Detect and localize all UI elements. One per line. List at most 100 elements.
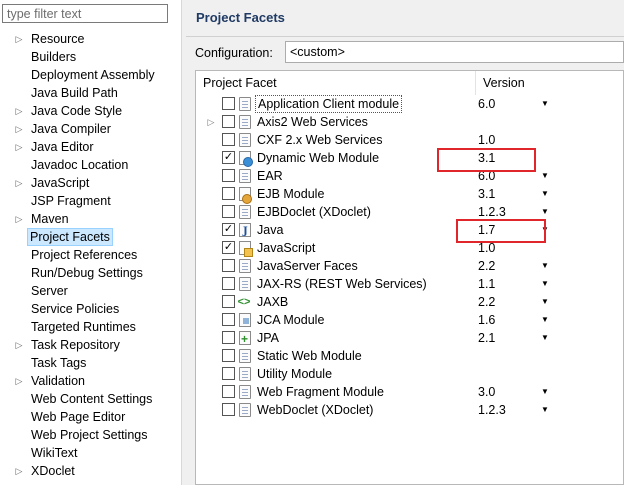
version-dropdown-icon[interactable]: ▼ [541,185,549,203]
column-header-facet[interactable]: Project Facet [196,71,476,95]
expand-arrow-icon[interactable]: ▷ [13,372,25,390]
nav-item-java-code-style[interactable]: ▷ Java Code Style [0,102,180,120]
nav-item-web-page-editor[interactable]: Web Page Editor [0,408,180,426]
facet-version[interactable]: 2.2 [478,293,548,311]
facet-checkbox[interactable]: ✓ [222,241,235,254]
facet-row[interactable]: ▷ Axis2 Web Services [196,113,624,131]
version-dropdown-icon[interactable]: ▼ [541,95,549,113]
nav-item-web-content-settings[interactable]: Web Content Settings [0,390,180,408]
facet-checkbox[interactable] [222,259,235,272]
facet-checkbox[interactable]: ✓ [222,151,235,164]
facet-row[interactable]: ✓ JavaScript 1.0 [196,239,624,257]
facet-row[interactable]: Static Web Module [196,347,624,365]
nav-item-jsp-fragment[interactable]: JSP Fragment [0,192,180,210]
facet-row[interactable]: Utility Module [196,365,624,383]
expand-arrow-icon[interactable]: ▷ [13,336,25,354]
facet-checkbox[interactable] [222,205,235,218]
version-dropdown-icon[interactable]: ▼ [541,383,549,401]
facet-row[interactable]: Application Client module 6.0 ▼ [196,95,624,113]
facet-row[interactable]: ✓Java1.7▼ [196,221,624,241]
nav-item-label: Web Content Settings [31,392,153,406]
facet-version[interactable]: 3.1 [478,185,548,203]
nav-item-web-project-settings[interactable]: Web Project Settings [0,426,180,444]
nav-item-run-debug-settings[interactable]: Run/Debug Settings [0,264,180,282]
nav-item-label: Java Compiler [31,122,111,136]
facet-version[interactable]: 1.2.3 [478,401,548,419]
facet-checkbox[interactable] [222,313,235,326]
configuration-select[interactable]: <custom> [285,41,624,63]
facet-checkbox[interactable] [222,403,235,416]
nav-item-java-build-path[interactable]: Java Build Path [0,84,180,102]
facet-version[interactable]: 2.1 [478,329,548,347]
facet-checkbox[interactable] [222,133,235,146]
facet-row[interactable]: CXF 2.x Web Services 1.0 [196,131,624,149]
nav-item-resource[interactable]: ▷ Resource [0,30,180,48]
facet-checkbox[interactable]: ✓ [222,223,235,236]
facet-checkbox[interactable] [222,187,235,200]
facet-checkbox[interactable] [222,385,235,398]
nav-tree: ▷ Resource Builders Deployment Assembly Java… [0,30,180,480]
facet-row[interactable]: EJBDoclet (XDoclet) 1.2.3 ▼ [196,203,624,221]
version-dropdown-icon[interactable]: ▼ [541,257,549,275]
facet-version[interactable]: 2.2 [478,257,548,275]
version-dropdown-icon[interactable]: ▼ [541,275,549,293]
facet-row[interactable]: EAR 6.0 ▼ [196,167,624,185]
nav-item-label: Java Editor [31,140,94,154]
facet-row[interactable]: JavaServer Faces 2.2 ▼ [196,257,624,275]
nav-item-java-compiler[interactable]: ▷ Java Compiler [0,120,180,138]
expand-arrow-icon[interactable]: ▷ [13,102,25,120]
facet-checkbox[interactable] [222,97,235,110]
nav-item-label: Web Project Settings [31,428,148,442]
facet-row[interactable]: EJB Module 3.1 ▼ [196,185,624,204]
expand-arrow-icon[interactable]: ▷ [206,113,216,131]
facet-row[interactable]: JAXB 2.2▼ [196,293,624,311]
facet-version[interactable]: 3.0 [478,383,548,401]
nav-item-maven[interactable]: ▷ Maven [0,210,180,228]
facet-checkbox[interactable] [222,115,235,128]
facet-name: JCA Module [257,313,325,327]
facet-version[interactable]: 6.0 [478,95,548,113]
nav-item-project-references[interactable]: Project References [0,246,180,264]
facet-row[interactable]: ✓ Dynamic Web Module 3.1 [196,149,624,167]
nav-item-task-tags[interactable]: Task Tags [0,354,180,372]
expand-arrow-icon[interactable]: ▷ [13,174,25,192]
expand-arrow-icon[interactable]: ▷ [13,210,25,228]
facet-row[interactable]: JAX-RS (REST Web Services) 1.1 ▼ [196,275,624,293]
expand-arrow-icon[interactable]: ▷ [13,462,25,480]
nav-item-wikitext[interactable]: WikiText [0,444,180,462]
facet-version[interactable]: 1.1 [478,275,548,293]
expand-arrow-icon[interactable]: ▷ [13,30,25,48]
facet-row[interactable]: JPA 2.1▼ [196,329,624,348]
facet-checkbox[interactable] [222,169,235,182]
expand-arrow-icon[interactable]: ▷ [13,138,25,156]
facet-checkbox[interactable] [222,277,235,290]
nav-item-deployment-assembly[interactable]: Deployment Assembly [0,66,180,84]
nav-item-java-editor[interactable]: ▷ Java Editor [0,138,180,156]
nav-item-javascript[interactable]: ▷ JavaScript [0,174,180,192]
facet-row[interactable]: Web Fragment Module 3.0 ▼ [196,383,624,401]
nav-item-project-facets[interactable]: Project Facets [0,228,180,246]
facet-version[interactable]: 1.6 [478,311,548,329]
nav-item-builders[interactable]: Builders [0,48,180,66]
version-dropdown-icon[interactable]: ▼ [541,293,549,311]
version-dropdown-icon[interactable]: ▼ [541,329,549,347]
facet-row[interactable]: WebDoclet (XDoclet) 1.2.3 ▼ [196,401,624,419]
nav-item-server[interactable]: Server [0,282,180,300]
facet-row[interactable]: JCA Module 1.6 ▼ [196,311,624,329]
nav-item-service-policies[interactable]: Service Policies [0,300,180,318]
facet-checkbox[interactable] [222,349,235,362]
expand-arrow-icon[interactable]: ▷ [13,120,25,138]
column-header-version[interactable]: Version [476,71,624,95]
nav-item-xdoclet[interactable]: ▷ XDoclet [0,462,180,480]
nav-item-javadoc-location[interactable]: Javadoc Location [0,156,180,174]
version-dropdown-icon[interactable]: ▼ [541,401,549,419]
version-dropdown-icon[interactable]: ▼ [541,311,549,329]
facet-checkbox[interactable] [222,331,235,344]
facet-checkbox[interactable] [222,367,235,380]
nav-item-task-repository[interactable]: ▷ Task Repository [0,336,180,354]
nav-item-targeted-runtimes[interactable]: Targeted Runtimes [0,318,180,336]
version-dropdown-icon[interactable]: ▼ [541,167,549,185]
facet-checkbox[interactable] [222,295,235,308]
nav-item-validation[interactable]: ▷ Validation [0,372,180,390]
filter-input[interactable] [2,4,168,23]
